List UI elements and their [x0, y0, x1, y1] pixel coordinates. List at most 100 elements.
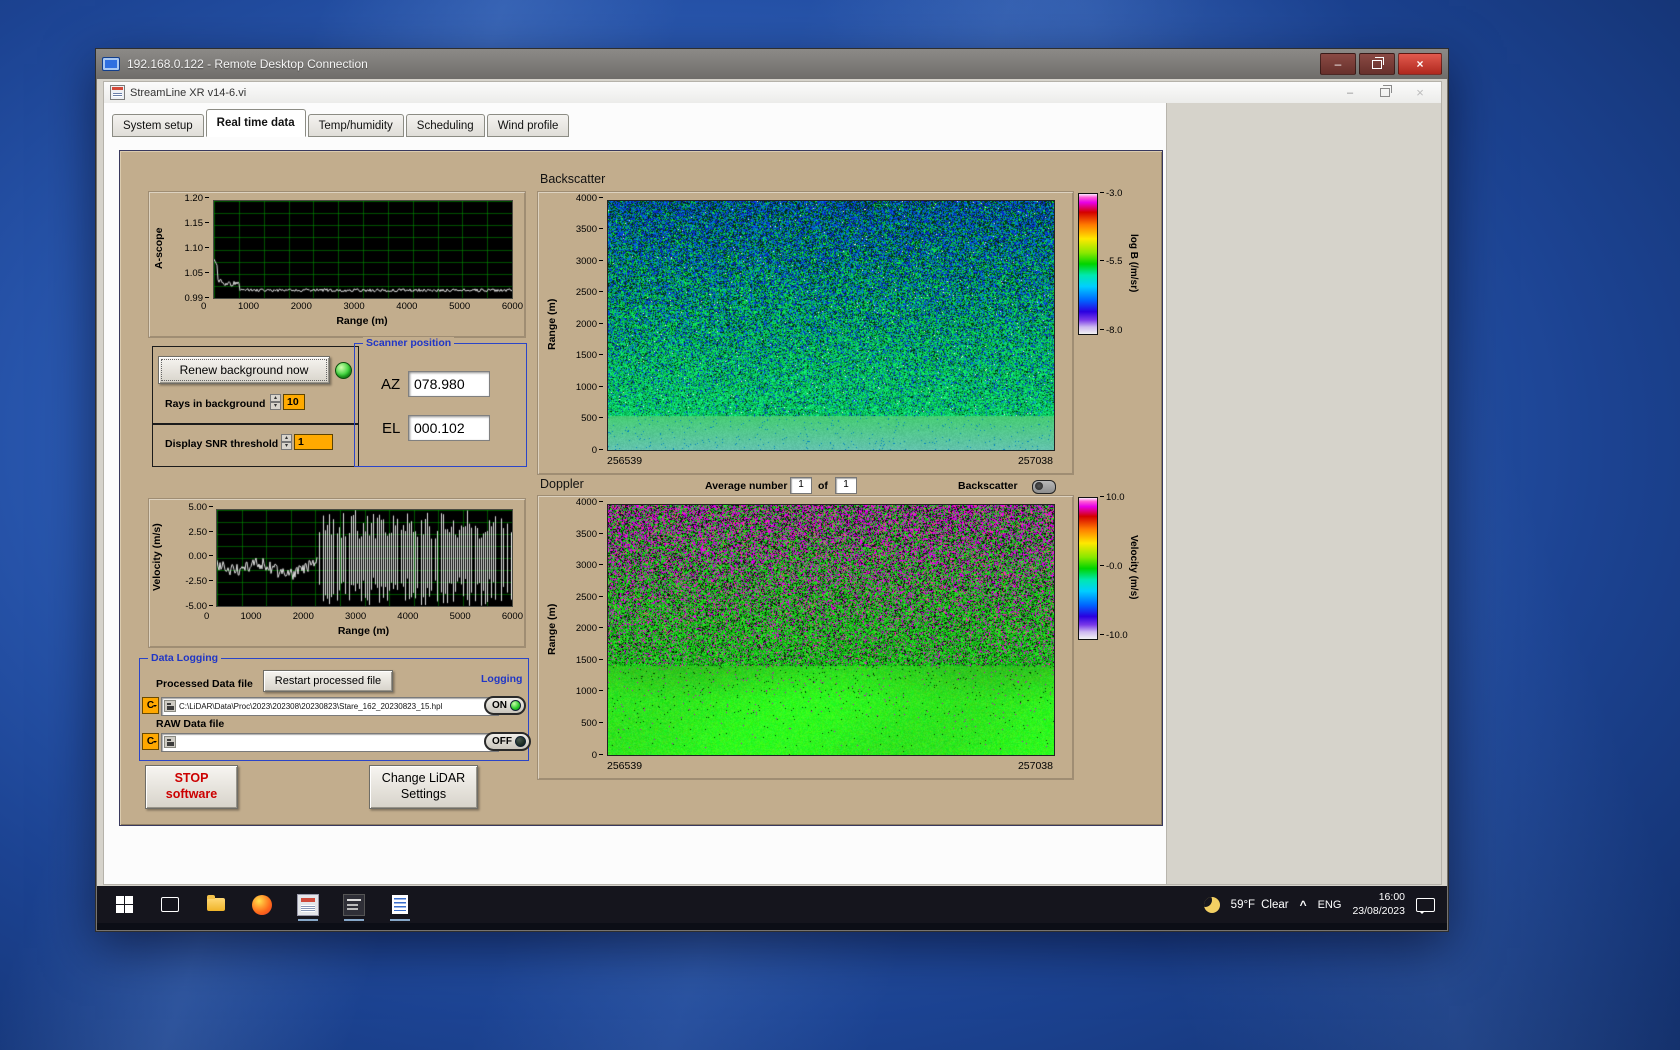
ascope-y-ticks: 1.20 1.15 1.10 1.05 0.99 [167, 194, 209, 303]
y-tick-label: 1.05 [185, 269, 210, 279]
tab-wind-profile[interactable]: Wind profile [487, 114, 570, 137]
settings-line2: Settings [401, 787, 446, 803]
average-number-value[interactable]: 1 [790, 477, 812, 494]
firefox-button[interactable] [239, 886, 285, 923]
velocity-x-axis-label: Range (m) [216, 625, 511, 637]
processed-path-text: C:\LiDAR\Data\Proc\2023\202308\20230823\… [179, 702, 442, 711]
tab-scheduling[interactable]: Scheduling [406, 114, 485, 137]
weather-moon-icon[interactable] [1204, 897, 1220, 913]
backscatter-display-toggle[interactable] [1032, 480, 1056, 494]
y-tick-label: 3000 [576, 561, 603, 571]
y-tick-label: 5.00 [189, 503, 214, 513]
logging-on-led [510, 700, 521, 711]
window-bottom-edge [97, 923, 1447, 930]
clock[interactable]: 16:00 23/08/2023 [1352, 891, 1405, 918]
velocity-plot-area [216, 509, 513, 607]
doppler-velocity-canvas [608, 505, 1054, 755]
y-tick-label: 1000 [576, 687, 603, 697]
snr-threshold-label: Display SNR threshold [165, 438, 278, 450]
backscatter-colorbar [1078, 193, 1098, 335]
rays-value-field[interactable]: 10 [283, 394, 305, 410]
renew-background-button[interactable]: Renew background now [158, 356, 330, 384]
vi-close-button[interactable]: × [1405, 84, 1435, 101]
change-lidar-settings-button[interactable]: Change LiDAR Settings [369, 765, 478, 809]
notification-center-icon[interactable] [1416, 898, 1435, 912]
doppler-y-axis-label: Range (m) [546, 504, 558, 754]
average-number-total[interactable]: 1 [835, 477, 857, 494]
y-tick-label: 2000 [576, 624, 603, 634]
y-tick-label: 500 [581, 719, 603, 729]
data-logging-group: Data Logging Processed Data file Restart… [139, 658, 529, 761]
settings-line1: Change LiDAR [382, 771, 465, 787]
stop-software-button[interactable]: STOP software [145, 765, 238, 809]
snr-spinner[interactable]: ▴ ▾ [281, 434, 292, 450]
labview-titlebar[interactable]: StreamLine XR v14-6.vi – × [104, 82, 1441, 104]
y-tick-label: 4000 [576, 498, 603, 508]
x-tick-label: 1000 [238, 302, 259, 312]
document-app-button[interactable] [377, 886, 423, 923]
x-tick-label: 6000 [502, 612, 523, 622]
desktop-wallpaper: 192.168.0.122 - Remote Desktop Connectio… [0, 0, 1680, 1050]
vi-minimize-button[interactable]: – [1335, 84, 1365, 101]
ascope-x-ticks: 0 1000 2000 3000 4000 5000 6000 [201, 302, 523, 312]
rdp-close-button[interactable]: × [1398, 53, 1442, 75]
weather-condition: Clear [1261, 899, 1288, 911]
tab-temp-humidity[interactable]: Temp/humidity [308, 114, 404, 137]
streamline-app-button[interactable] [285, 886, 331, 923]
restart-processed-file-button[interactable]: Restart processed file [263, 670, 393, 692]
backscatter-x-start: 256539 [607, 455, 642, 467]
language-indicator[interactable]: ENG [1318, 899, 1342, 911]
colorbar-tick-label: -0.0 [1100, 562, 1122, 572]
y-tick-label: 1.20 [185, 194, 210, 204]
x-tick-label: 2000 [293, 612, 314, 622]
tab-system-setup[interactable]: System setup [112, 114, 204, 137]
processed-logging-switch[interactable]: ON [484, 696, 526, 715]
doppler-colorbar-label: Velocity (m/s) [1128, 497, 1139, 638]
raw-drive-selector[interactable]: C [142, 733, 159, 750]
rdp-window: 192.168.0.122 - Remote Desktop Connectio… [95, 48, 1449, 932]
rdp-minimize-button[interactable]: – [1320, 53, 1356, 75]
labview-vi-icon [110, 85, 125, 100]
weather-status[interactable]: 59°F Clear [1231, 899, 1289, 911]
raw-data-file-label: RAW Data file [156, 718, 224, 730]
processed-path-field[interactable]: C:\LiDAR\Data\Proc\2023\202308\20230823\… [161, 697, 499, 716]
labview-window-title: StreamLine XR v14-6.vi [130, 87, 1330, 99]
y-tick-label: 500 [581, 414, 603, 424]
doppler-x-range: 256539 257038 [607, 760, 1053, 772]
task-view-button[interactable] [147, 886, 193, 923]
tab-real-time-data[interactable]: Real time data [206, 109, 306, 137]
backscatter-graph: Range (m) 4000 3500 3000 2500 2000 1500 1000 50… [537, 191, 1074, 475]
rays-spinner[interactable]: ▴ ▾ [270, 394, 281, 410]
rays-in-background-label: Rays in background [165, 398, 265, 410]
ascope-graph: A-scope 1.20 1.15 1.10 1.05 0.99 0 1000 2000 30… [148, 191, 526, 338]
scan-schedule-app-button[interactable] [331, 886, 377, 923]
stop-line2: software [166, 787, 217, 803]
azimuth-value[interactable]: 078.980 [408, 371, 490, 397]
processed-drive-selector[interactable]: C [142, 697, 159, 714]
backscatter-intensity-canvas [608, 201, 1054, 450]
snr-threshold-group: Display SNR threshold ▴ ▾ 1 [152, 423, 359, 467]
raw-path-field[interactable] [161, 733, 499, 752]
browse-folder-icon[interactable] [164, 736, 176, 748]
rdp-titlebar[interactable]: 192.168.0.122 - Remote Desktop Connectio… [96, 49, 1448, 79]
y-tick-label: 2500 [576, 593, 603, 603]
backscatter-plot-area [607, 200, 1055, 451]
rdp-restore-button[interactable] [1359, 53, 1395, 75]
elevation-value[interactable]: 000.102 [408, 415, 490, 441]
tab-bar: System setup Real time data Temp/humidity S… [112, 110, 571, 137]
azimuth-label: AZ [381, 376, 400, 393]
scanner-position-title: Scanner position [363, 337, 454, 349]
y-tick-label: 0 [592, 751, 603, 761]
restore-icon [1372, 60, 1382, 69]
vi-restore-button[interactable] [1370, 84, 1400, 101]
start-button[interactable] [101, 886, 147, 923]
raw-logging-switch[interactable]: OFF [484, 732, 531, 751]
x-tick-label: 3000 [345, 612, 366, 622]
tray-overflow-button[interactable]: ^ [1300, 898, 1307, 912]
snr-value-field[interactable]: 1 [294, 434, 333, 450]
y-tick-label: 3500 [576, 225, 603, 235]
file-explorer-button[interactable] [193, 886, 239, 923]
browse-folder-icon[interactable] [164, 700, 176, 712]
backscatter-x-end: 257038 [1018, 455, 1053, 467]
x-tick-label: 0 [204, 612, 209, 622]
